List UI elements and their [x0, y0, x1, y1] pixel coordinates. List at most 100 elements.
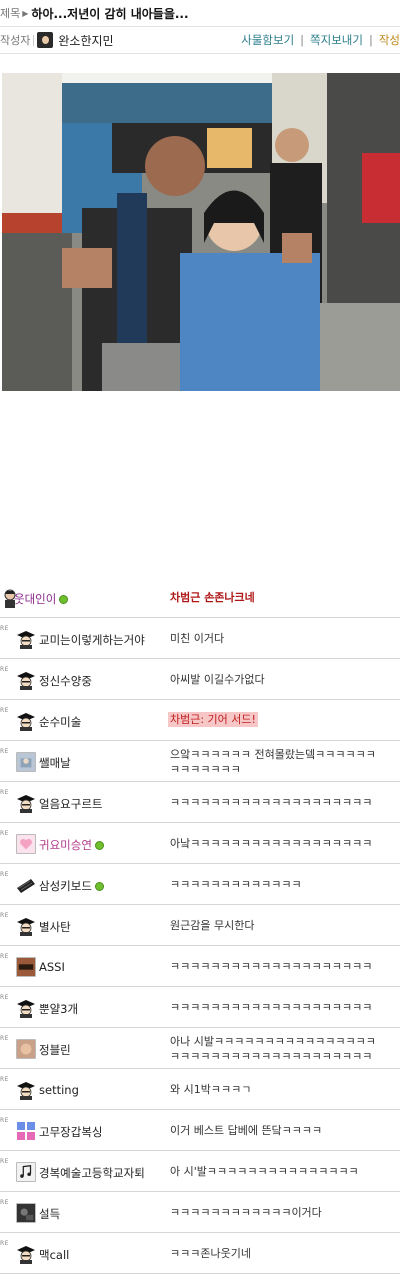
comment-row: RE 쌜매날 으앜ㅋㅋㅋㅋㅋㅋ 전혀몰랐는뎈ㅋㅋㅋㅋㅋㅋ ㅋㅋㅋㅋㅋㅋㅋ [0, 741, 400, 782]
nickname-text[interactable]: 정블린 [39, 1042, 71, 1058]
nickname-text[interactable]: 뿐얄3개 [39, 1001, 78, 1017]
comment-nickname[interactable]: 웃대인이 [14, 591, 69, 607]
graduate-icon [17, 1246, 35, 1264]
graduate-icon [17, 1082, 35, 1100]
divider [33, 34, 35, 46]
reply-label: RE [0, 748, 9, 755]
nickname-text[interactable]: 별사탄 [39, 919, 71, 935]
title-label: 제목 [0, 7, 21, 20]
write-link[interactable]: 작성 [379, 32, 400, 48]
comment-text: ㅋㅋㅋㅋㅋㅋㅋㅋㅋㅋㅋㅋㅋㅋㅋㅋㅋㅋㅋㅋ [170, 1001, 373, 1014]
reply-label: RE [0, 789, 9, 796]
reply-label: RE [0, 1035, 9, 1042]
comment-text: 와 시1박ㅋㅋㅋㄱ [170, 1083, 252, 1096]
nickname-text[interactable]: 경복예술고등학교자퇴 [39, 1165, 145, 1181]
comment-text: ㅋㅋㅋㅋㅋㅋㅋㅋㅋㅋㅋㅋㅋ [170, 878, 302, 891]
keyboard-icon [17, 879, 35, 893]
nickname-text[interactable]: 맥call [39, 1247, 69, 1263]
nickname-text[interactable]: 얼음요구르트 [39, 796, 102, 812]
reply-label: RE [0, 707, 9, 714]
comment-row: RE 얼음요구르트 ㅋㅋㅋㅋㅋㅋㅋㅋㅋㅋㅋㅋㅋㅋㅋㅋㅋㅋㅋㅋ [0, 782, 400, 823]
dark-photo-icon [16, 1203, 36, 1223]
music-icon [16, 1162, 36, 1182]
author-actions: 사물함보기 | 쪽지보내기 | 작성 [241, 32, 400, 48]
nickname-text[interactable]: 쌜매날 [39, 755, 71, 771]
nickname-text[interactable]: 순수미술 [39, 714, 81, 730]
graduate-icon [17, 672, 35, 690]
comment-row: RE 순수미술 차범근: 기어 서드! [0, 700, 400, 741]
comment-text: 미친 이거다 [170, 632, 225, 645]
reply-label: RE [0, 912, 9, 919]
comment-text-line: 아나 시발ㅋㅋㅋㅋㅋㅋㅋㅋㅋㅋㅋㅋㅋㅋㅋㅋ [170, 1035, 376, 1048]
nickname-text[interactable]: 설득 [39, 1206, 60, 1222]
comment-nickname[interactable]: 정블린 [39, 1042, 71, 1058]
comment-nickname[interactable]: 교미는이렇게하는거야 [39, 632, 145, 648]
nickname-text[interactable]: 고무장갑복싱 [39, 1124, 102, 1140]
author-avatar[interactable] [37, 32, 54, 48]
comment-nickname[interactable]: 얼음요구르트 [39, 796, 102, 812]
reply-label: RE [0, 994, 9, 1001]
reply-label: RE [0, 830, 9, 837]
comment-text: 아씨발 이길수가없다 [170, 673, 265, 686]
graduate-icon [17, 1000, 35, 1018]
comment-row: RE 맥call ㅋㅋㅋ존나웃기네 [0, 1233, 400, 1274]
comment-text-line: ㅋㅋㅋㅋㅋㅋㅋ [170, 763, 241, 776]
nickname-text[interactable]: 정신수양중 [39, 673, 92, 689]
comment-row: RE 설득 ㅋㅋㅋㅋㅋㅋㅋㅋㅋㅋㅋㅋ이거다 [0, 1192, 400, 1233]
comment-text-line: 으앜ㅋㅋㅋㅋㅋㅋ 전혀몰랐는뎈ㅋㅋㅋㅋㅋㅋ [170, 748, 376, 761]
comment-nickname[interactable]: 귀요미승연 [39, 837, 104, 853]
post-title-bar: 제목 ▶ 하아...저년이 감히 내아들을... [0, 0, 400, 27]
reply-label: RE [0, 871, 9, 878]
comment-nickname[interactable]: 설득 [39, 1206, 60, 1222]
comment-nickname[interactable]: 뿐얄3개 [39, 1001, 78, 1017]
divider: | [368, 33, 373, 47]
reply-label: RE [0, 1240, 9, 1247]
send-message-link[interactable]: 쪽지보내기 [310, 32, 363, 48]
nickname-text[interactable]: ASSI [39, 960, 65, 974]
comment-row: RE 경복예술고등학교자퇴 아 시'발ㅋㅋㅋㅋㅋㅋㅋㅋㅋㅋㅋㅋㅋㅋㅋ [0, 1151, 400, 1192]
graduate-icon [17, 631, 35, 649]
gomu-icon [16, 1121, 36, 1141]
comment-nickname[interactable]: ASSI [39, 960, 65, 974]
comment-list: 웃대인이 차범근 손존나크네 RE 교미는이렇게하는거야 미친 이거다 RE 정… [0, 577, 400, 1274]
author-name[interactable]: 완소한지민 [58, 32, 113, 49]
comment-nickname[interactable]: 고무장갑복싱 [39, 1124, 102, 1140]
comment-row: RE 뿐얄3개 ㅋㅋㅋㅋㅋㅋㅋㅋㅋㅋㅋㅋㅋㅋㅋㅋㅋㅋㅋㅋ [0, 987, 400, 1028]
comment-row: RE 교미는이렇게하는거야 미친 이거다 [0, 618, 400, 659]
divider: | [300, 33, 305, 47]
graduate-icon [17, 713, 35, 731]
comment-nickname[interactable]: 삼성키보드 [39, 878, 104, 894]
nickname-text[interactable]: 웃대인이 [14, 591, 56, 607]
author-bar: 작성자 완소한지민 사물함보기 | 쪽지보내기 | 작성 [0, 27, 400, 54]
comment-nickname[interactable]: 쌜매날 [39, 755, 71, 771]
locker-link[interactable]: 사물함보기 [241, 32, 294, 48]
photo-icon [16, 752, 36, 772]
comment-text: 원근감을 무시한다 [170, 919, 255, 932]
online-status-icon [94, 840, 104, 850]
comment-text: ㅋㅋㅋㅋㅋㅋㅋㅋㅋㅋㅋㅋ이거다 [170, 1206, 322, 1219]
comment-text: 이거 베스트 답베에 뜬닼ㅋㅋㅋㅋ [170, 1124, 323, 1137]
nickname-text[interactable]: 교미는이렇게하는거야 [39, 632, 145, 648]
comment-text: ㅋㅋㅋ존나웃기네 [170, 1247, 251, 1260]
caret-right-icon: ▶ [22, 8, 29, 18]
comment-nickname[interactable]: 정신수양중 [39, 673, 92, 689]
reply-label: RE [0, 953, 9, 960]
comment-row: RE 별사탄 원근감을 무시한다 [0, 905, 400, 946]
nickname-text[interactable]: 귀요미승연 [39, 837, 92, 853]
nickname-text[interactable]: setting [39, 1083, 79, 1097]
comment-text: 차범근 손존나크네 [170, 591, 255, 604]
comment-nickname[interactable]: 별사탄 [39, 919, 71, 935]
graduate-icon [17, 918, 35, 936]
comment-row: RE setting 와 시1박ㅋㅋㅋㄱ [0, 1069, 400, 1110]
comment-row: RE 귀요미승연 아낰ㅋㅋㅋㅋㅋㅋㅋㅋㅋㅋㅋㅋㅋㅋㅋㅋㅋㅋ [0, 823, 400, 864]
comment-nickname[interactable]: 순수미술 [39, 714, 81, 730]
reply-label: RE [0, 1076, 9, 1083]
comment-nickname[interactable]: setting [39, 1083, 79, 1097]
comment-nickname[interactable]: 경복예술고등학교자퇴 [39, 1165, 145, 1181]
author-label: 작성자 [0, 34, 31, 47]
assi-icon [16, 957, 36, 977]
comment-nickname[interactable]: 맥call [39, 1247, 69, 1263]
comment-row: RE 정신수양중 아씨발 이길수가없다 [0, 659, 400, 700]
reply-label: RE [0, 625, 9, 632]
nickname-text[interactable]: 삼성키보드 [39, 878, 92, 894]
